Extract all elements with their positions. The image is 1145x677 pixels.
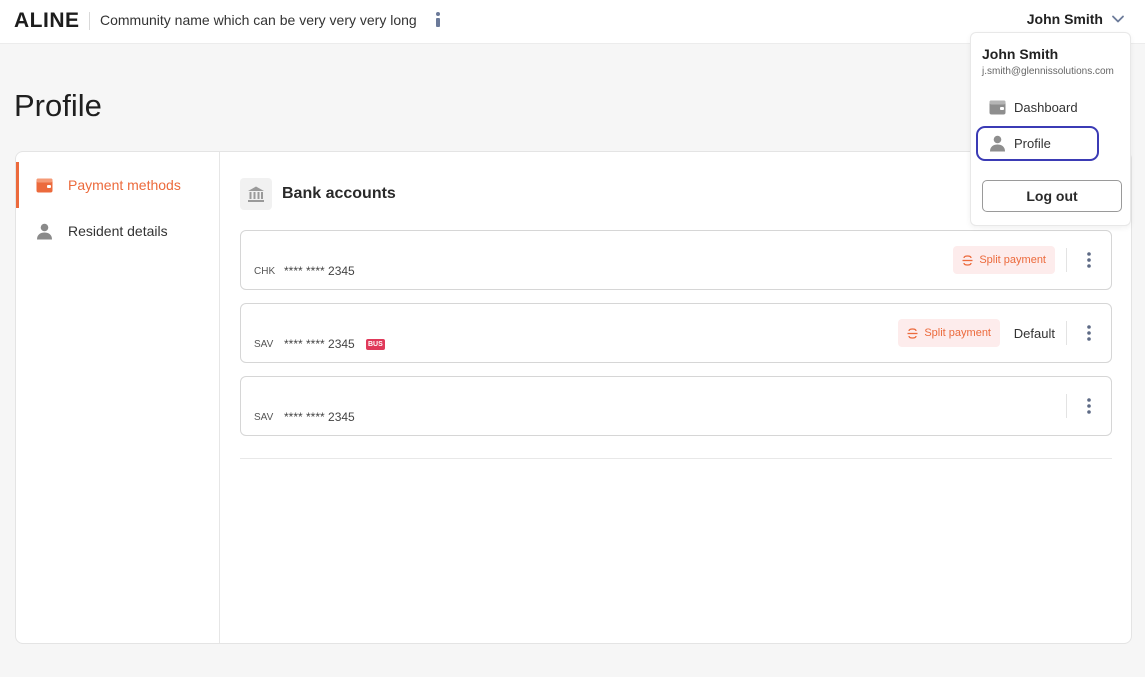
row-divider [1066, 321, 1067, 345]
account-number: **** **** 2345 [284, 410, 355, 424]
sidenav-item-label: Payment methods [68, 177, 181, 193]
split-payment-button[interactable]: Split payment [953, 246, 1055, 274]
info-icon[interactable] [433, 11, 443, 29]
sidenav-item-payment-methods[interactable]: Payment methods [16, 162, 220, 208]
sidenav-item-resident-details[interactable]: Resident details [16, 208, 220, 254]
aline-logo[interactable]: ALINE [14, 9, 80, 33]
kebab-menu-icon [1087, 398, 1091, 414]
profile-sidenav: Payment methods Resident details [16, 152, 220, 643]
account-type: CHK [254, 266, 276, 277]
account-menu-button[interactable] [1079, 322, 1099, 344]
bank-icon-box [240, 178, 272, 210]
split-payment-label: Split payment [979, 254, 1046, 266]
menu-item-dashboard[interactable]: Dashboard [976, 90, 1099, 125]
sidenav-item-label: Resident details [68, 223, 168, 239]
menu-item-label: Profile [1014, 136, 1051, 151]
community-name: Community name which can be very very ve… [100, 12, 417, 28]
bank-account-row[interactable]: CHK **** **** 2345 Split payment [240, 230, 1112, 290]
bank-account-row[interactable]: SAV **** **** 2345 BUS Split payment Def… [240, 303, 1112, 363]
wallet-icon [989, 100, 1006, 115]
kebab-menu-icon [1087, 325, 1091, 341]
row-divider [1066, 394, 1067, 418]
person-icon [37, 223, 52, 239]
bank-account-row[interactable]: SAV **** **** 2345 [240, 376, 1112, 436]
bank-accounts-header: Bank accounts [240, 178, 396, 210]
business-badge: BUS [366, 339, 385, 350]
split-icon [962, 254, 973, 266]
user-dropdown-menu: John Smith j.smith@glennissolutions.com … [970, 32, 1131, 226]
menu-item-label: Dashboard [1014, 100, 1078, 115]
row-divider [1066, 248, 1067, 272]
profile-card: Payment methods Resident details Bank ac… [15, 151, 1132, 644]
account-number: **** **** 2345 [284, 264, 355, 278]
split-icon [907, 327, 918, 339]
menu-item-profile[interactable]: Profile [976, 126, 1099, 161]
dropdown-user-name: John Smith [982, 46, 1059, 62]
user-menu-toggle[interactable]: John Smith [1027, 11, 1125, 27]
page-title: Profile [14, 88, 102, 123]
account-number: **** **** 2345 [284, 337, 355, 351]
default-label: Default [1013, 326, 1055, 341]
chevron-down-icon [1112, 15, 1124, 23]
dropdown-user-email: j.smith@glennissolutions.com [982, 66, 1114, 77]
header-divider [89, 12, 90, 30]
user-name: John Smith [1026, 11, 1103, 27]
wallet-icon [36, 178, 53, 192]
list-divider [240, 458, 1112, 459]
account-type: SAV [254, 412, 274, 423]
split-payment-button[interactable]: Split payment [898, 319, 1000, 347]
split-payment-label: Split payment [924, 327, 991, 339]
account-menu-button[interactable] [1079, 395, 1099, 417]
section-title: Bank accounts [282, 185, 396, 202]
bank-icon [248, 186, 264, 202]
account-menu-button[interactable] [1079, 249, 1099, 271]
logout-button[interactable]: Log out [982, 180, 1122, 212]
person-icon [990, 135, 1005, 152]
kebab-menu-icon [1087, 252, 1091, 268]
account-type: SAV [254, 339, 274, 350]
